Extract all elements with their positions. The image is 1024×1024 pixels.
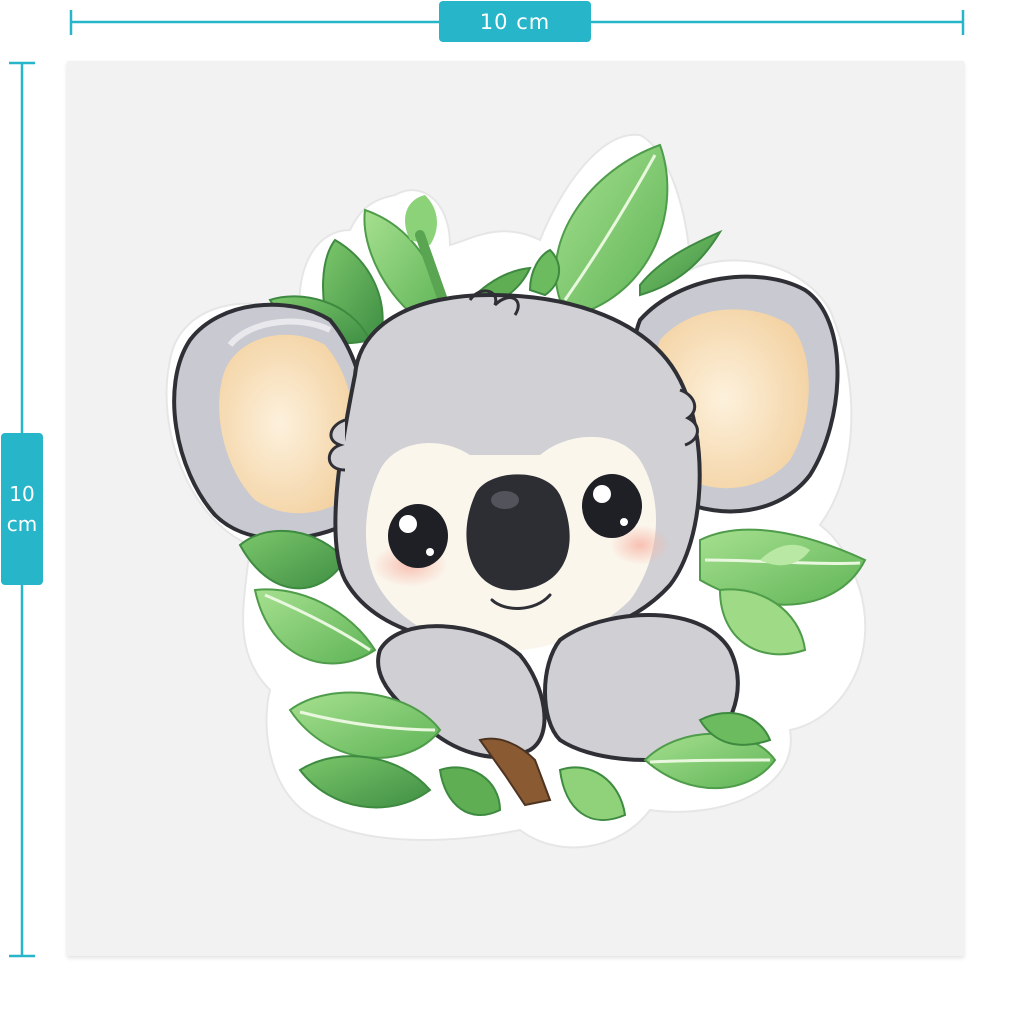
product-preview: 10 cm 10 cm <box>0 0 1024 1024</box>
koala-head <box>327 289 702 651</box>
koala-nose <box>466 474 570 591</box>
koala-icon <box>165 133 867 849</box>
